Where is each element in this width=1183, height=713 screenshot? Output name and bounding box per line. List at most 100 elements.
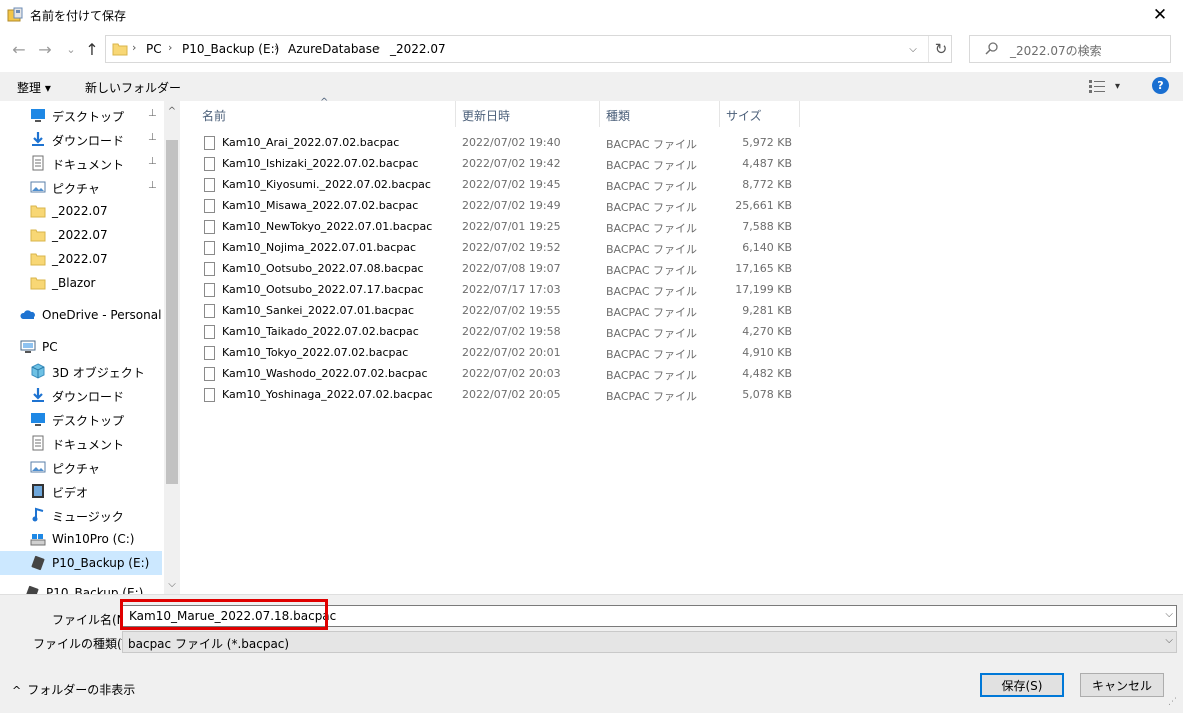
- usb-drive-icon: [25, 585, 39, 594]
- file-size: 6,140 KB: [742, 241, 792, 254]
- new-folder-button[interactable]: 新しいフォルダー: [85, 79, 181, 96]
- file-size: 25,661 KB: [735, 199, 792, 212]
- sidebar-item-label: _2022.07: [52, 204, 108, 218]
- sidebar-item[interactable]: OneDrive - Personal: [0, 303, 162, 327]
- file-name: Kam10_Ootsubo_2022.07.17.bacpac: [222, 283, 424, 296]
- file-row[interactable]: Kam10_Ootsubo_2022.07.17.bacpac 2022/07/1…: [198, 280, 798, 301]
- sidebar-item[interactable]: ビデオ: [0, 479, 162, 503]
- file-type: BACPAC ファイル: [606, 138, 697, 151]
- navigation-scrollbar-thumb[interactable]: [166, 140, 178, 484]
- chevron-down-icon: ⌵: [909, 43, 917, 55]
- file-size: 4,487 KB: [742, 157, 792, 170]
- sidebar-item-label: OneDrive - Personal: [42, 308, 162, 322]
- column-header-date[interactable]: 更新日時: [462, 107, 510, 124]
- file-row[interactable]: Kam10_Tokyo_2022.07.02.bacpac 2022/07/02 …: [198, 343, 798, 364]
- help-icon[interactable]: ?: [1152, 77, 1169, 94]
- file-icon: [204, 346, 215, 360]
- file-icon: [204, 283, 215, 297]
- sidebar-item[interactable]: デスクトップ ⊥: [0, 103, 162, 127]
- file-row[interactable]: Kam10_Sankei_2022.07.01.bacpac 2022/07/02…: [198, 301, 798, 322]
- breadcrumb-separator: ›: [274, 41, 279, 54]
- file-row[interactable]: Kam10_Arai_2022.07.02.bacpac 2022/07/02 1…: [198, 133, 798, 154]
- file-row[interactable]: Kam10_Kiyosumi._2022.07.02.bacpac 2022/07…: [198, 175, 798, 196]
- hide-folders-button[interactable]: ^ フォルダーの非表示: [12, 681, 135, 698]
- sidebar-item[interactable]: P10_Backup (E:): [0, 581, 162, 594]
- navigation-pane[interactable]: デスクトップ ⊥ ダウンロード ⊥ ドキュメント ⊥ ピクチャ ⊥ _2022.07 _2022.…: [0, 101, 180, 594]
- file-row[interactable]: Kam10_Nojima_2022.07.01.bacpac 2022/07/02…: [198, 238, 798, 259]
- sidebar-item-label: P10_Backup (E:): [52, 556, 150, 570]
- sidebar-item[interactable]: ドキュメント: [0, 431, 162, 455]
- back-button[interactable]: ←: [8, 38, 30, 60]
- file-size: 17,165 KB: [735, 262, 792, 275]
- sidebar-item[interactable]: _2022.07: [0, 223, 162, 247]
- sidebar-item[interactable]: デスクトップ: [0, 407, 162, 431]
- scroll-up-arrow[interactable]: ^: [164, 103, 180, 119]
- sidebar-item[interactable]: P10_Backup (E:): [0, 551, 162, 575]
- file-name: Kam10_Ootsubo_2022.07.08.bacpac: [222, 262, 424, 275]
- address-dropdown-button[interactable]: ⌵: [902, 36, 924, 62]
- sidebar-item[interactable]: 3D オブジェクト: [0, 359, 162, 383]
- column-header-name[interactable]: 名前: [202, 107, 226, 124]
- resize-grip[interactable]: ⋰: [1168, 697, 1177, 707]
- sidebar-item[interactable]: _2022.07: [0, 199, 162, 223]
- file-row[interactable]: Kam10_NewTokyo_2022.07.01.bacpac 2022/07/…: [198, 217, 798, 238]
- file-row[interactable]: Kam10_Ishizaki_2022.07.02.bacpac 2022/07/…: [198, 154, 798, 175]
- refresh-button[interactable]: ↻: [928, 36, 953, 62]
- up-button[interactable]: ↑: [81, 38, 103, 60]
- sidebar-item-label: _2022.07: [52, 228, 108, 242]
- forward-button[interactable]: →: [34, 38, 56, 60]
- column-header-type[interactable]: 種類: [606, 107, 630, 124]
- file-date: 2022/07/02 19:40: [462, 136, 561, 149]
- file-name: Kam10_Kiyosumi._2022.07.02.bacpac: [222, 178, 431, 191]
- recent-locations-button[interactable]: ⌄: [60, 38, 82, 60]
- pin-icon: ⊥: [148, 108, 157, 119]
- filetype-select[interactable]: bacpac ファイル (*.bacpac) ⌵: [122, 631, 1177, 653]
- breadcrumb-folder[interactable]: AzureDatabase: [288, 42, 379, 56]
- file-size: 4,482 KB: [742, 367, 792, 380]
- breadcrumb-drive[interactable]: P10_Backup (E:): [182, 42, 279, 56]
- file-row[interactable]: Kam10_Washodo_2022.07.02.bacpac 2022/07/0…: [198, 364, 798, 385]
- search-icon: [985, 42, 998, 55]
- sidebar-item[interactable]: _2022.07: [0, 247, 162, 271]
- sidebar-item[interactable]: ダウンロード ⊥: [0, 127, 162, 151]
- sidebar-item[interactable]: PC: [0, 335, 162, 359]
- file-row[interactable]: Kam10_Ootsubo_2022.07.08.bacpac 2022/07/0…: [198, 259, 798, 280]
- organize-button[interactable]: 整理 ▾: [17, 79, 51, 96]
- sidebar-item[interactable]: ミュージック: [0, 503, 162, 527]
- breadcrumb-pc[interactable]: PC: [146, 42, 162, 56]
- cancel-button[interactable]: キャンセル: [1080, 673, 1164, 697]
- sidebar-item-label: ピクチャ: [52, 182, 100, 196]
- breadcrumb-current[interactable]: _2022.07: [390, 42, 446, 56]
- sidebar-item[interactable]: ピクチャ ⊥: [0, 175, 162, 199]
- sidebar-item[interactable]: _Blazor: [0, 271, 162, 295]
- address-bar[interactable]: › PC › P10_Backup (E:) › AzureDatabase ›…: [105, 35, 952, 63]
- file-row[interactable]: Kam10_Taikado_2022.07.02.bacpac 2022/07/0…: [198, 322, 798, 343]
- column-header-size[interactable]: サイズ: [726, 107, 762, 124]
- save-button[interactable]: 保存(S): [980, 673, 1064, 697]
- sort-ascending-icon: ^: [320, 97, 329, 108]
- view-options-button[interactable]: ▾: [1089, 79, 1120, 93]
- back-arrow-icon: ←: [12, 39, 26, 59]
- file-type: BACPAC ファイル: [606, 264, 697, 277]
- close-button[interactable]: ✕: [1137, 0, 1183, 30]
- search-input[interactable]: _2022.07の検索: [969, 35, 1171, 63]
- download-icon: [32, 388, 44, 402]
- sidebar-item[interactable]: Win10Pro (C:): [0, 527, 162, 551]
- scroll-down-arrow[interactable]: ⌵: [164, 576, 180, 592]
- pin-icon: ⊥: [148, 156, 157, 167]
- folder-icon: [30, 277, 46, 290]
- file-row[interactable]: Kam10_Misawa_2022.07.02.bacpac 2022/07/02…: [198, 196, 798, 217]
- file-icon: [204, 304, 215, 318]
- file-type: BACPAC ファイル: [606, 201, 697, 214]
- sidebar-item-label: Win10Pro (C:): [52, 532, 135, 546]
- file-type: BACPAC ファイル: [606, 222, 697, 235]
- chevron-down-icon[interactable]: ⌵: [1165, 609, 1173, 620]
- sidebar-item[interactable]: ダウンロード: [0, 383, 162, 407]
- save-options-panel: ファイル名(N): Kam10_Marue_2022.07.18.bacpac …: [0, 594, 1183, 713]
- search-placeholder: _2022.07の検索: [1010, 44, 1102, 58]
- file-type: BACPAC ファイル: [606, 327, 697, 340]
- sidebar-item[interactable]: ピクチャ: [0, 455, 162, 479]
- file-row[interactable]: Kam10_Yoshinaga_2022.07.02.bacpac 2022/07…: [198, 385, 798, 406]
- column-headers: 名前 ^ 更新日時 種類 サイズ: [192, 97, 802, 127]
- sidebar-item[interactable]: ドキュメント ⊥: [0, 151, 162, 175]
